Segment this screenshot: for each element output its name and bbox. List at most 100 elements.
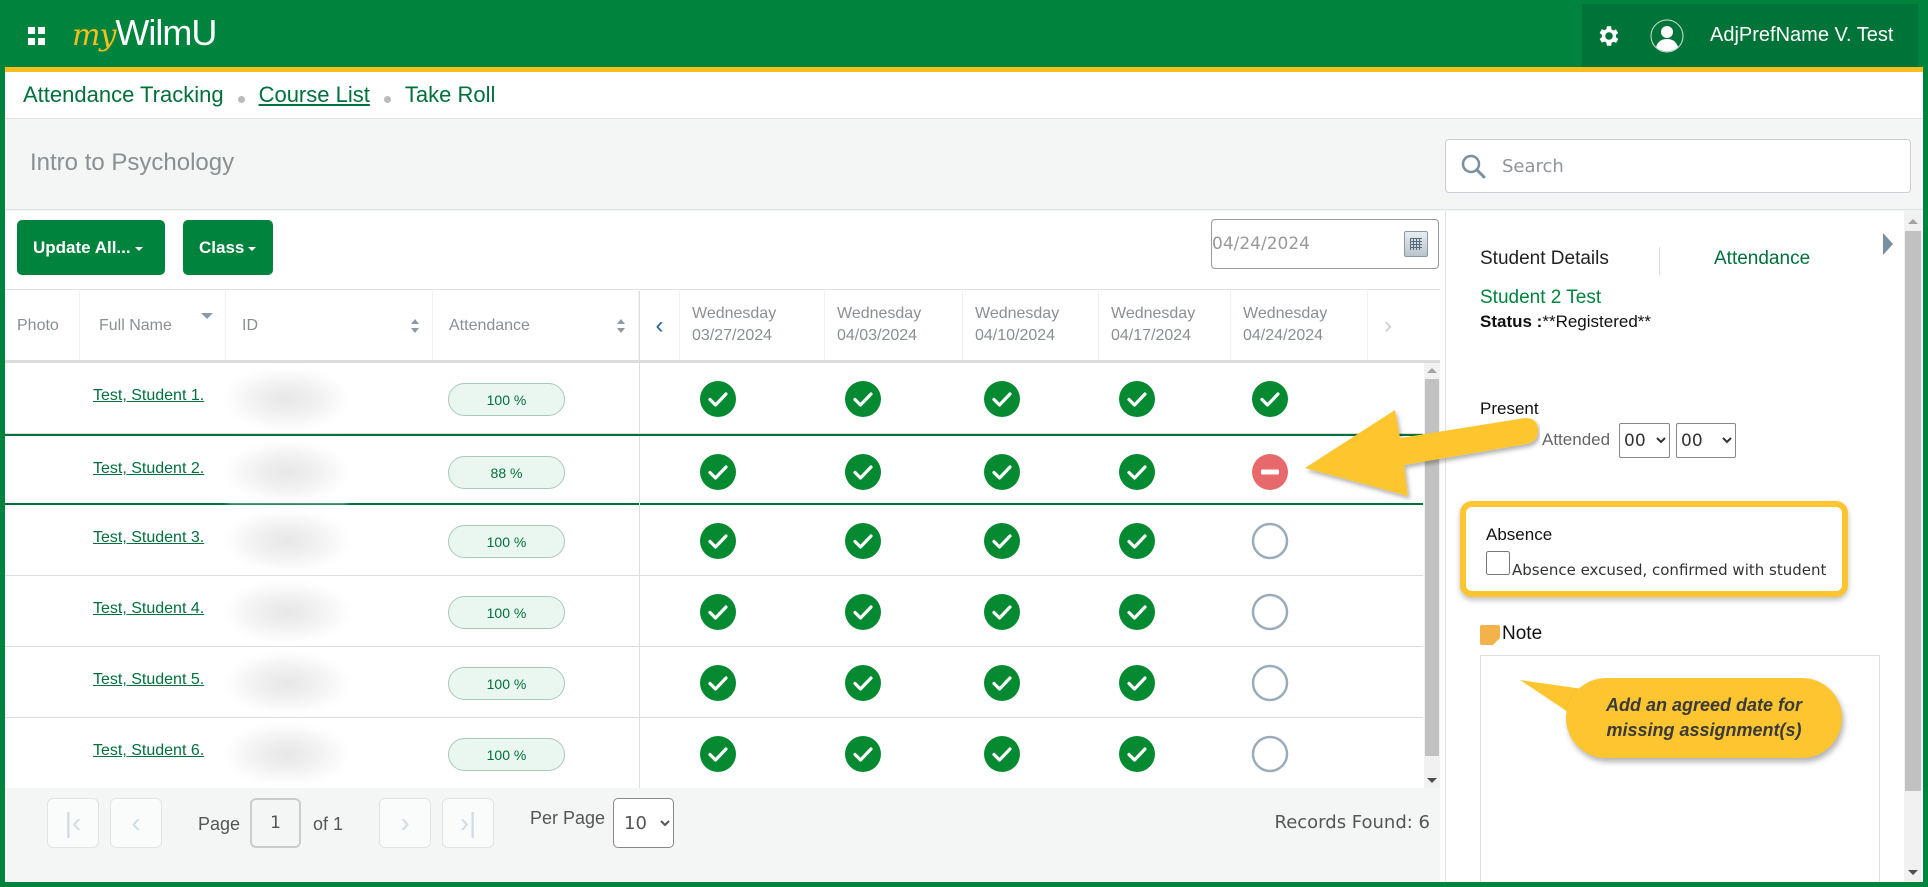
table-row[interactable]: Test, Student 4. 100 % — [5, 576, 1423, 647]
unmarked-circle-icon[interactable] — [1251, 593, 1289, 631]
unmarked-circle-icon[interactable] — [1251, 664, 1289, 702]
user-name[interactable]: AdjPrefName V. Test — [1710, 24, 1893, 47]
first-page-button[interactable]: |‹ — [47, 798, 99, 848]
avatar-icon[interactable] — [1650, 19, 1684, 53]
search-input[interactable] — [1502, 155, 1882, 177]
previous-dates-button[interactable]: ‹ — [640, 291, 680, 360]
present-check-icon[interactable] — [699, 664, 737, 702]
attendance-percent-badge: 100 % — [448, 383, 565, 416]
column-header-date[interactable]: Wednesday 04/17/2024 — [1099, 291, 1231, 360]
column-header-photo: Photo — [5, 291, 80, 360]
table-toolbar: Update All... Class — [5, 211, 1440, 290]
per-page-label: Per Page — [530, 808, 606, 828]
present-check-icon[interactable] — [844, 522, 882, 560]
column-header-date[interactable]: Wednesday 03/27/2024 — [680, 291, 825, 360]
table-row[interactable]: Test, Student 5. 100 % — [5, 647, 1423, 718]
note-icon — [1480, 625, 1500, 645]
present-check-icon[interactable] — [844, 735, 882, 773]
calendar-icon[interactable] — [1404, 231, 1428, 257]
student-name-link[interactable]: Test, Student 2. — [93, 460, 204, 478]
last-page-button[interactable]: ›| — [442, 798, 494, 848]
present-check-icon[interactable] — [1118, 522, 1156, 560]
tab-attendance[interactable]: Attendance — [1714, 239, 1810, 279]
present-check-icon[interactable] — [983, 593, 1021, 631]
class-button[interactable]: Class — [183, 220, 273, 275]
column-header-attendance[interactable]: Attendance — [433, 291, 639, 360]
gear-icon[interactable] — [1596, 23, 1622, 49]
attendance-percent-badge: 100 % — [448, 525, 565, 558]
student-name-link[interactable]: Test, Student 5. — [93, 671, 204, 689]
present-check-icon[interactable] — [844, 664, 882, 702]
date-day-label: Wednesday — [692, 305, 777, 322]
per-page-select[interactable]: 10 — [613, 798, 674, 848]
table-row[interactable]: Test, Student 3. 100 % — [5, 505, 1423, 576]
present-check-icon[interactable] — [844, 380, 882, 418]
note-label: Note — [1502, 623, 1543, 644]
attendance-percent-badge: 100 % — [448, 738, 565, 771]
table-header: Photo Full Name ID Attendance ‹ Wednesda… — [5, 291, 1440, 363]
absent-minus-icon[interactable] — [1251, 453, 1289, 491]
present-check-icon[interactable] — [983, 735, 1021, 773]
present-check-icon[interactable] — [844, 453, 882, 491]
tab-student-details[interactable]: Student Details — [1480, 239, 1609, 279]
present-check-icon[interactable] — [699, 453, 737, 491]
student-status: Status :**Registered** — [1480, 312, 1652, 331]
present-check-icon[interactable] — [1118, 453, 1156, 491]
apps-grid-icon[interactable] — [28, 27, 46, 45]
student-name-link[interactable]: Test, Student 4. — [93, 600, 204, 618]
student-name-link[interactable]: Test, Student 6. — [93, 742, 204, 760]
column-header-full-name[interactable]: Full Name — [80, 291, 226, 360]
course-title-bar: Intro to Psychology — [5, 119, 1923, 210]
present-check-icon[interactable] — [699, 380, 737, 418]
present-check-icon[interactable] — [1118, 664, 1156, 702]
present-check-icon[interactable] — [699, 735, 737, 773]
date-input[interactable] — [1212, 234, 1392, 254]
present-check-icon[interactable] — [1118, 735, 1156, 773]
unmarked-circle-icon[interactable] — [1251, 522, 1289, 560]
column-header-id[interactable]: ID — [226, 291, 433, 360]
table-row[interactable]: Test, Student 2. 88 % — [5, 434, 1423, 507]
breadcrumb-separator — [383, 95, 391, 103]
mywilmu-logo[interactable]: myWilmU — [72, 8, 217, 58]
top-header: myWilmU AdjPrefName V. Test — [0, 0, 1928, 67]
next-tab-arrow-icon[interactable] — [1883, 233, 1893, 255]
student-name-link[interactable]: Test, Student 1. — [93, 387, 204, 405]
student-id-redacted — [227, 369, 347, 429]
present-check-icon[interactable] — [699, 522, 737, 560]
table-row[interactable]: Test, Student 6. 100 % — [5, 718, 1423, 788]
column-header-date[interactable]: Wednesday 04/24/2024 — [1231, 291, 1368, 360]
details-scrollbar[interactable] — [1904, 211, 1922, 887]
student-id-redacted — [227, 442, 347, 502]
present-check-icon[interactable] — [1118, 593, 1156, 631]
column-header-date[interactable]: Wednesday 04/03/2024 — [825, 291, 963, 360]
page-number-input[interactable] — [250, 798, 301, 848]
student-id-redacted — [227, 511, 347, 571]
table-row[interactable]: Test, Student 1. 100 % — [5, 363, 1423, 434]
selected-student-name: Student 2 Test — [1480, 287, 1602, 308]
present-check-icon[interactable] — [1251, 380, 1289, 418]
update-all-button[interactable]: Update All... — [17, 220, 165, 275]
present-check-icon[interactable] — [983, 380, 1021, 418]
column-divider — [639, 505, 640, 576]
present-check-icon[interactable] — [844, 593, 882, 631]
next-page-button[interactable]: › — [379, 798, 431, 848]
next-dates-button[interactable]: › — [1368, 291, 1408, 360]
student-name-link[interactable]: Test, Student 3. — [93, 529, 204, 547]
present-check-icon[interactable] — [699, 593, 737, 631]
column-header-date[interactable]: Wednesday 04/10/2024 — [963, 291, 1099, 360]
hours-attended-select[interactable]: 00 — [1619, 423, 1670, 458]
present-check-icon[interactable] — [1118, 380, 1156, 418]
column-divider — [639, 436, 640, 507]
absence-excused-checkbox[interactable] — [1486, 551, 1510, 575]
date-day-label: Wednesday — [1111, 305, 1196, 322]
unmarked-circle-icon[interactable] — [1251, 735, 1289, 773]
present-check-icon[interactable] — [983, 664, 1021, 702]
breadcrumb-course-list[interactable]: Course List — [259, 82, 370, 108]
present-check-icon[interactable] — [983, 453, 1021, 491]
present-check-icon[interactable] — [983, 522, 1021, 560]
details-tabs: Student Details Attendance — [1446, 239, 1886, 279]
sort-descending-icon — [201, 313, 213, 319]
breadcrumb-take-roll: Take Roll — [404, 82, 496, 107]
minutes-attended-select[interactable]: 00 — [1676, 423, 1736, 458]
previous-page-button[interactable]: ‹ — [110, 798, 162, 848]
